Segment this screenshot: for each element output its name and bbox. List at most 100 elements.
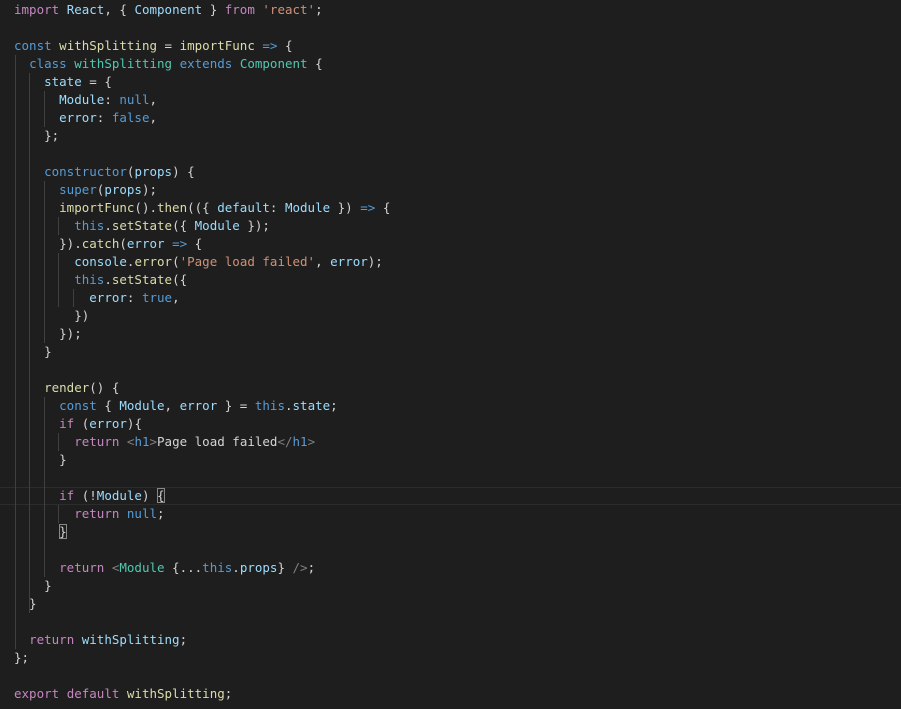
code-token: ({: [172, 218, 195, 233]
code-token: setState: [111, 218, 173, 233]
code-token: .: [284, 398, 293, 413]
code-token: />: [292, 560, 308, 575]
code-token: }): [14, 308, 90, 323]
code-token: class: [29, 56, 67, 71]
code-token: ){: [126, 416, 142, 431]
code-token: >: [307, 434, 316, 449]
code-token: 'react': [262, 2, 316, 17]
code-token: then: [157, 200, 188, 215]
code-token: });: [239, 218, 270, 233]
code-line: Module: null,: [14, 91, 157, 109]
matching-bracket: {: [157, 488, 165, 503]
code-token: }: [14, 578, 52, 593]
code-token: ,: [149, 92, 158, 107]
code-token: }).: [14, 236, 82, 251]
code-token: return: [74, 506, 120, 521]
code-token: } =: [217, 398, 255, 413]
code-token: if: [59, 488, 75, 503]
code-token: };: [14, 128, 60, 143]
code-token: (({: [187, 200, 218, 215]
code-token: h1: [134, 434, 150, 449]
code-token: props: [239, 560, 278, 575]
code-line: }).catch(error => {: [14, 235, 202, 253]
code-token: ,: [164, 398, 180, 413]
code-line: this.setState({: [14, 271, 187, 289]
code-token: this: [74, 272, 105, 287]
code-token: return: [74, 434, 120, 449]
code-token: Module: [119, 398, 165, 413]
code-token: Component: [239, 56, 308, 71]
code-token: Module: [119, 560, 165, 575]
code-token: constructor: [44, 164, 127, 179]
code-token: withSplitting: [81, 632, 180, 647]
code-token: if: [59, 416, 75, 431]
code-token: (!: [74, 488, 97, 503]
code-token: this: [74, 218, 105, 233]
code-token: Module: [284, 200, 331, 215]
code-token: importFunc: [179, 38, 255, 53]
code-token: ;: [157, 506, 165, 521]
code-token: (: [119, 236, 127, 251]
code-token: state: [292, 398, 331, 413]
code-token: {: [96, 398, 120, 413]
code-token: ) {: [172, 164, 195, 179]
code-token: =>: [360, 200, 376, 215]
code-token: return: [29, 632, 75, 647]
code-token: {: [307, 56, 323, 71]
code-token: .: [104, 272, 112, 287]
code-line: const withSplitting = importFunc => {: [14, 37, 293, 55]
code-line: }): [14, 307, 89, 325]
code-line: importFunc().then(({ default: Module }) …: [14, 199, 390, 217]
code-token: }: [14, 596, 37, 611]
code-token: 'Page load failed': [179, 254, 316, 269]
code-line: }: [14, 451, 67, 469]
code-token: =: [157, 38, 180, 53]
code-line: return <Module {...this.props} />;: [14, 559, 315, 577]
code-token: error: [126, 236, 165, 251]
code-line: import React, { Component } from 'react'…: [14, 1, 323, 19]
code-editor[interactable]: import React, { Component } from 'react'…: [0, 0, 901, 709]
code-line: if (!Module) {: [14, 487, 165, 505]
code-token: :: [269, 200, 285, 215]
code-token: extends: [179, 56, 233, 71]
code-token: , {: [104, 2, 135, 17]
code-token: error: [330, 254, 368, 269]
code-token: ;: [179, 632, 188, 647]
code-token: React: [66, 2, 105, 17]
code-line: constructor(props) {: [14, 163, 195, 181]
code-token: };: [14, 650, 30, 665]
code-token: h1: [292, 434, 308, 449]
code-token: {...: [164, 560, 203, 575]
code-line: error: false,: [14, 109, 157, 127]
code-token: error: [134, 254, 173, 269]
code-token: const: [59, 398, 97, 413]
matching-bracket: }: [59, 524, 67, 539]
code-token: withSplitting: [59, 38, 158, 53]
code-token: props: [134, 164, 173, 179]
code-line: };: [14, 127, 59, 145]
code-token: });: [14, 326, 82, 341]
code-token: catch: [81, 236, 120, 251]
code-token: default: [66, 686, 120, 701]
code-line: render() {: [14, 379, 119, 397]
code-token: }: [14, 452, 67, 467]
code-token: ({: [172, 272, 188, 287]
code-token: this: [202, 560, 233, 575]
code-token: :: [104, 92, 120, 107]
code-token: Page load failed: [157, 434, 278, 449]
code-token: }: [14, 344, 52, 359]
